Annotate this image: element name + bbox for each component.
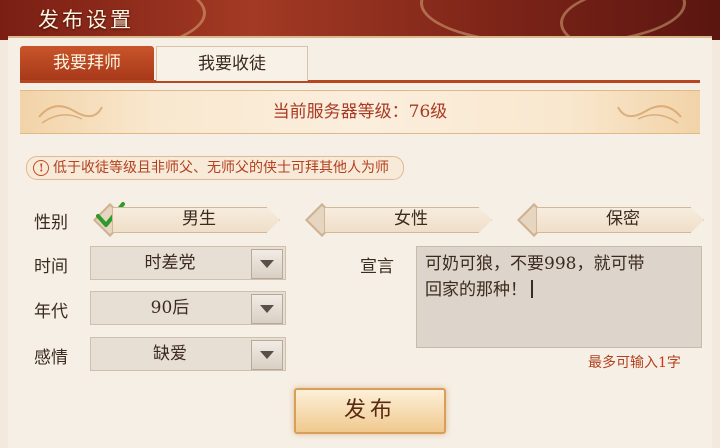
tab-bar: 我要拜师 我要收徒 (20, 46, 700, 83)
char-limit-hint: 最多可输入1字 (588, 352, 681, 372)
publish-label: 发布 (343, 398, 396, 423)
era-select[interactable]: 90后 (90, 291, 286, 325)
title-bar: 发布设置 (0, 0, 720, 40)
gender-option-label: 女性 (394, 209, 428, 229)
declaration-textarea[interactable]: 可奶可狼，不要998，就可带 回家的那种！ (416, 246, 702, 348)
era-label: 年代 (34, 302, 68, 322)
chevron-down-icon[interactable] (251, 294, 283, 324)
emotion-value: 缺爱 (153, 344, 187, 364)
hint-prefix: 最多可输入 (588, 355, 658, 371)
window-title: 发布设置 (38, 8, 134, 32)
emotion-select[interactable]: 缺爱 (90, 337, 286, 371)
tab-seek-master[interactable]: 我要拜师 (20, 46, 154, 80)
gender-option-label: 保密 (606, 209, 640, 229)
text-caret (531, 280, 533, 298)
settings-panel: 我要拜师 我要收徒 当前服务器等级：76级 ! 低于收徒等级且非师父、无师父的侠… (8, 36, 712, 448)
chevron-down-icon[interactable] (251, 249, 283, 279)
era-value: 90后 (150, 298, 190, 318)
gender-option-label: 男生 (182, 209, 216, 229)
gender-label: 性别 (34, 213, 68, 233)
gender-option-secret[interactable]: 保密 (517, 203, 708, 237)
emotion-label: 感情 (34, 348, 68, 368)
server-level-text: 当前服务器等级：76级 (272, 102, 448, 122)
notice-text: 低于收徒等级且非师父、无师父的侠士可拜其他人为师 (53, 160, 389, 176)
publish-button[interactable]: 发布 (294, 388, 446, 434)
tab-take-apprentice[interactable]: 我要收徒 (156, 46, 308, 81)
gender-option-male[interactable]: 男生 (93, 202, 284, 237)
exclamation-icon: ! (29, 156, 53, 180)
hint-suffix: 字 (666, 355, 681, 371)
time-select[interactable]: 时差党 (90, 246, 286, 280)
hint-count: 1 (658, 355, 667, 371)
notice-banner: ! 低于收徒等级且非师父、无师父的侠士可拜其他人为师 (26, 156, 404, 180)
declaration-line: 回家的那种！ (425, 280, 527, 300)
declaration-label: 宣言 (360, 257, 394, 277)
chevron-down-icon[interactable] (251, 340, 283, 370)
declaration-line: 可奶可狼，不要998，就可带 (425, 254, 645, 274)
time-value: 时差党 (144, 253, 196, 273)
decor-wave (560, 0, 720, 40)
declaration-text: 可奶可狼，不要998，就可带 回家的那种！ (425, 251, 693, 303)
declaration-line-wrap: 回家的那种！ (425, 277, 693, 303)
server-level-banner: 当前服务器等级：76级 (20, 90, 700, 134)
time-label: 时间 (34, 257, 68, 277)
gender-option-female[interactable]: 女性 (305, 203, 496, 237)
